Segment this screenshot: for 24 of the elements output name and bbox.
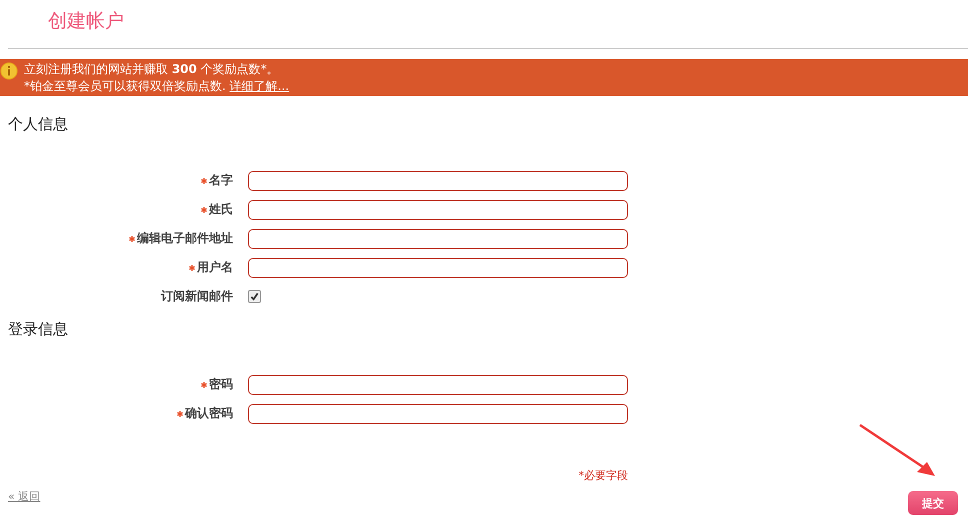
submit-button[interactable]: 提交 (908, 491, 958, 515)
input-field[interactable] (248, 258, 628, 278)
info-badge-icon (0, 62, 18, 80)
field-label: 名字 (209, 172, 233, 189)
password-field[interactable] (248, 404, 628, 424)
promo-headline: 立刻注册我们的网站并赚取 300 个奖励点数*。 (24, 60, 280, 78)
input-field[interactable] (248, 200, 628, 220)
input-field[interactable] (248, 228, 628, 248)
field-label: 密码 (209, 376, 233, 393)
back-link[interactable]: « 返回 (8, 489, 40, 504)
password-field[interactable] (248, 374, 628, 394)
field-label: 姓氏 (209, 201, 233, 218)
field-label: 用户名 (197, 259, 233, 276)
promo-note: *铂金至尊会员可以获得双倍奖励点数. 详细了解... (24, 78, 290, 94)
field-label: 确认密码 (185, 405, 233, 422)
input-field[interactable] (248, 170, 628, 190)
details-link[interactable]: 详细了解... (230, 78, 290, 92)
page-title: 创建帐户 (47, 9, 125, 34)
required-note: *必要字段 (578, 468, 628, 483)
section-heading: 个人信息 (7, 114, 69, 135)
field-label: 订阅新闻邮件 (161, 288, 233, 305)
field-label: 编辑电子邮件地址 (137, 230, 233, 247)
section-heading: 登录信息 (7, 319, 69, 340)
checkbox[interactable] (248, 290, 261, 303)
